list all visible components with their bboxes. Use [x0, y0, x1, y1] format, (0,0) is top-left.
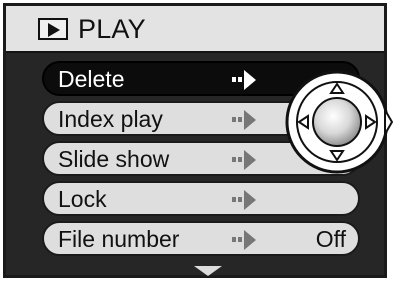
submenu-arrow-icon — [232, 110, 260, 135]
submenu-arrow-icon — [232, 150, 260, 175]
controller-dial-icon — [285, 70, 393, 174]
page-title: PLAY — [78, 14, 146, 44]
menu-item-label: File number — [58, 226, 180, 252]
menu-header: PLAY — [6, 6, 384, 53]
play-icon — [38, 18, 68, 40]
submenu-arrow-icon — [232, 230, 260, 255]
menu-item-label: Index play — [58, 106, 163, 132]
menu-item-label: Lock — [58, 186, 107, 212]
menu-item-file-number[interactable]: File number Off — [42, 221, 360, 256]
menu-item-label: Slide show — [58, 146, 170, 172]
menu-item-value: Off — [315, 226, 346, 252]
submenu-arrow-icon — [232, 190, 260, 215]
menu-item-lock[interactable]: Lock — [42, 181, 360, 216]
scroll-down-icon[interactable] — [194, 263, 222, 281]
submenu-arrow-icon — [232, 70, 260, 95]
menu-item-label: Delete — [58, 66, 125, 92]
